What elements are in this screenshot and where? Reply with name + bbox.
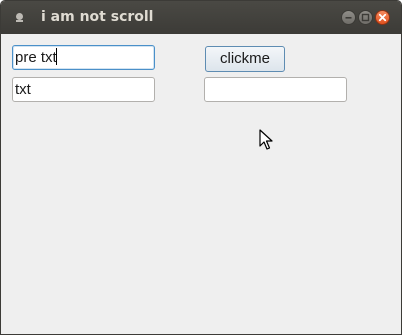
text-input-1[interactable]: pre txt [12,45,155,70]
text-input-2-value: txt [15,81,31,98]
app-window: i am not scroll pre txt clickme txt [0,0,402,335]
text-input-1-value: pre txt [15,49,57,66]
title-bar[interactable]: i am not scroll [1,1,401,34]
maximize-icon [361,13,370,22]
text-caret [55,48,57,65]
window-menu-icon[interactable] [14,12,25,23]
window-title: i am not scroll [41,9,154,25]
maximize-button[interactable] [358,10,373,25]
minimize-icon [345,17,352,19]
close-button[interactable] [375,10,390,25]
minimize-button[interactable] [341,10,356,25]
clickme-button[interactable]: clickme [205,46,285,72]
mouse-pointer-icon [259,129,273,150]
text-input-3[interactable] [204,77,347,102]
close-icon [378,13,387,22]
text-input-2[interactable]: txt [12,77,155,102]
